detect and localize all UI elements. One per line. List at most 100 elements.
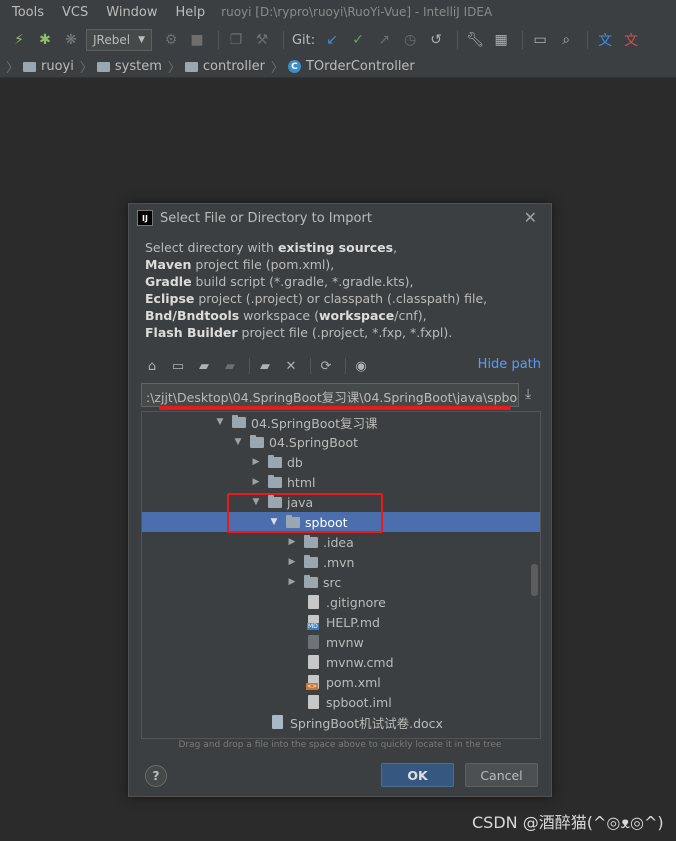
jrebel-debug-icon[interactable]: ✱: [34, 29, 56, 51]
tree-row[interactable]: mvnw.cmd: [142, 652, 540, 672]
jrebel-select[interactable]: JRebel ▼: [86, 29, 152, 51]
tree-label: .gitignore: [326, 594, 386, 610]
desc-text: project file (pom.xml),: [191, 257, 335, 272]
desc-text: /cnf),: [394, 308, 427, 323]
tree-row[interactable]: ▶ src: [142, 572, 540, 592]
rollback-icon[interactable]: ↺: [425, 29, 447, 51]
settings-wrench-icon[interactable]: 🔧︎: [464, 29, 486, 51]
translate-replace-icon[interactable]: 文: [620, 29, 642, 51]
breadcrumb-label: TOrderController: [305, 59, 415, 74]
file-icon: [308, 655, 319, 669]
tree-row[interactable]: ▶ .idea: [142, 532, 540, 552]
git-commit-icon[interactable]: ✓: [347, 29, 369, 51]
toolbar-divider: [217, 31, 219, 49]
desc-text: build script (*.gradle, *.gradle.kts),: [191, 274, 414, 289]
xml-file-icon: [306, 675, 319, 690]
desc-bold: workspace: [318, 308, 395, 323]
jrebel-run-icon[interactable]: ⚡: [8, 29, 30, 51]
menu-tools[interactable]: Tools: [0, 5, 50, 20]
tree-scrollbar[interactable]: [531, 564, 538, 596]
breadcrumb-item[interactable]: 〉 C TOrderController: [269, 57, 415, 76]
tree-row[interactable]: SpringBoot机试试卷.docx: [142, 712, 540, 732]
dialog-title-bar[interactable]: IJ Select File or Directory to Import: [129, 204, 551, 232]
watermark: CSDN @酒醉猫(^◎ᴥ◎^): [472, 813, 664, 832]
translate-icon[interactable]: 文: [594, 29, 616, 51]
breadcrumb-item[interactable]: 〉 ruoyi: [4, 57, 74, 76]
ok-button[interactable]: OK: [381, 763, 454, 787]
git-update-icon[interactable]: ↙: [321, 29, 343, 51]
expanded-arrow-icon: ▼: [234, 437, 242, 447]
delete-icon[interactable]: ✕: [280, 356, 302, 376]
desktop-icon[interactable]: ▭: [167, 356, 189, 376]
git-push-icon[interactable]: ↗: [373, 29, 395, 51]
copy-icon[interactable]: ❐: [225, 29, 247, 51]
desc-text: ,: [393, 240, 398, 255]
main-toolbar: ⚡ ✱ ❋ JRebel ▼ ⚙ ■ ❐ ⚒ Git: ↙ ✓ ↗ ◷ ↺ 🔧︎ …: [0, 24, 676, 56]
breadcrumb-item[interactable]: 〉 system: [78, 57, 162, 76]
desc-bold: Eclipse: [145, 291, 195, 306]
chevron-down-icon: ▼: [138, 35, 145, 45]
help-button[interactable]: ?: [145, 765, 167, 787]
close-icon[interactable]: ✕: [524, 208, 537, 227]
module-file-icon: [308, 695, 319, 709]
annotation-box: [227, 493, 383, 533]
tree-row[interactable]: HELP.md: [142, 612, 540, 632]
cancel-button[interactable]: Cancel: [465, 763, 538, 787]
terminal-icon[interactable]: ▭: [529, 29, 551, 51]
tree-row[interactable]: ▼ 04.SpringBoot复习课: [142, 412, 540, 432]
menu-help[interactable]: Help: [164, 5, 212, 20]
home-icon[interactable]: ⌂: [141, 356, 163, 376]
search-icon[interactable]: ⌕: [555, 29, 577, 51]
breadcrumb: 〉 ruoyi 〉 system 〉 controller 〉 C TOrderContr…: [0, 56, 676, 78]
folder-icon: [184, 61, 198, 72]
build-icon[interactable]: ⚒: [251, 29, 273, 51]
folder-icon: [268, 454, 282, 468]
folder-icon: [268, 474, 282, 488]
module-folder-icon[interactable]: ▰: [219, 356, 241, 376]
jrebel-agent-icon[interactable]: ❋: [60, 29, 82, 51]
collapsed-arrow-icon: ▶: [288, 537, 296, 547]
show-hidden-icon[interactable]: ◉: [350, 356, 372, 376]
toolbar-divider: [457, 31, 459, 49]
tree-label: .mvn: [323, 554, 355, 570]
toolbar-divider: [522, 31, 524, 49]
debug-icon[interactable]: ⚙: [160, 29, 182, 51]
project-structure-icon[interactable]: ▦: [490, 29, 512, 51]
folder-icon: [232, 414, 246, 428]
desc-text: workspace (: [239, 308, 319, 323]
expanded-arrow-icon: ▼: [216, 417, 224, 427]
menu-window[interactable]: Window: [94, 5, 163, 20]
tree-label: HELP.md: [326, 614, 380, 630]
history-icon[interactable]: ◷: [399, 29, 421, 51]
executable-file-icon: [308, 635, 319, 649]
tree-label: db: [287, 454, 303, 470]
file-icon: [308, 595, 319, 609]
download-icon[interactable]: ⤓: [525, 386, 531, 402]
stop-icon[interactable]: ■: [186, 29, 208, 51]
project-folder-icon[interactable]: ▰: [193, 356, 215, 376]
breadcrumb-item[interactable]: 〉 controller: [166, 57, 265, 76]
tree-row[interactable]: ▶ .mvn: [142, 552, 540, 572]
markdown-file-icon: [307, 615, 319, 630]
collapsed-arrow-icon: ▶: [288, 557, 296, 567]
tree-row[interactable]: ▶ html: [142, 472, 540, 492]
tree-row[interactable]: .gitignore: [142, 592, 540, 612]
tree-row[interactable]: mvnw: [142, 632, 540, 652]
refresh-icon[interactable]: ⟳: [315, 356, 337, 376]
tree-row[interactable]: ▼ 04.SpringBoot: [142, 432, 540, 452]
folder-icon: [96, 61, 110, 72]
tree-row[interactable]: ▶ db: [142, 452, 540, 472]
hide-path-link[interactable]: Hide path: [478, 357, 541, 372]
desc-bold: Bnd/Bndtools: [145, 308, 240, 323]
menu-vcs[interactable]: VCS: [50, 5, 94, 20]
tree-label: src: [323, 574, 342, 590]
tree-row[interactable]: pom.xml: [142, 672, 540, 692]
path-input[interactable]: :\zjjt\Desktop\04.SpringBoot复习课\04.Sprin…: [141, 383, 519, 407]
new-folder-icon[interactable]: ▰: [254, 356, 276, 376]
window-title: ruoyi [D:\rypro\ruoyi\RuoYi-Vue] - Intel…: [221, 5, 493, 19]
tree-row[interactable]: spboot.iml: [142, 692, 540, 712]
toolbar-divider: [310, 358, 311, 374]
tree-label: 04.SpringBoot: [269, 434, 358, 450]
git-label: Git:: [291, 32, 316, 48]
file-tree[interactable]: ▼ 04.SpringBoot复习课 ▼ 04.SpringBoot ▶ db ▶ ht…: [141, 411, 541, 739]
